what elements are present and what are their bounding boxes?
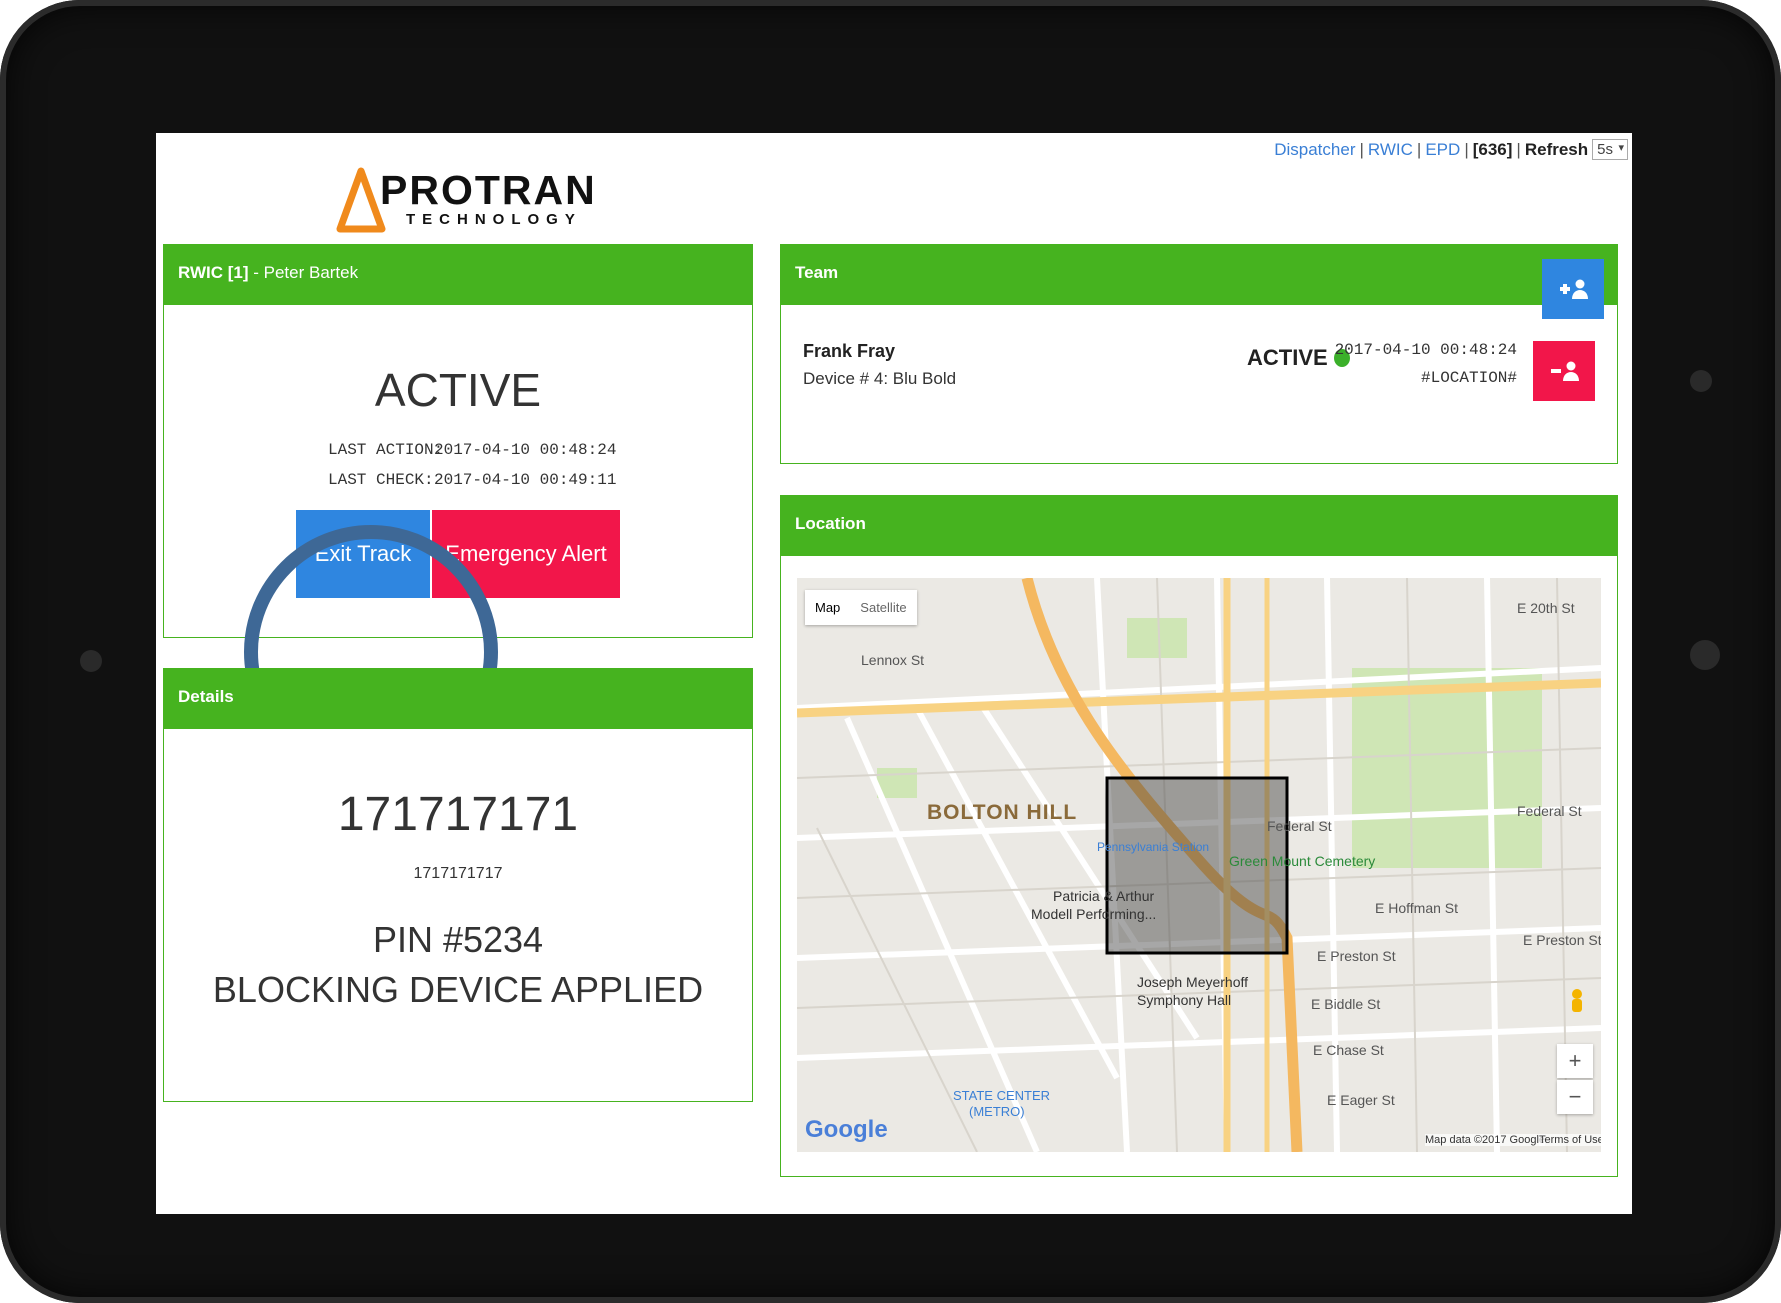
map-zoom-out-button[interactable]: − xyxy=(1557,1080,1593,1114)
map-label-penn: Pennsylvania Station xyxy=(1097,840,1210,854)
team-member-device: Device # 4: Blu Bold xyxy=(803,369,957,388)
google-logo: Google xyxy=(805,1116,888,1143)
map-label-bolton: BOLTON HILL xyxy=(927,801,1078,824)
team-member-time: 2017-04-10 00:48:24 xyxy=(1334,341,1517,359)
rwic-user: - Peter Bartek xyxy=(248,263,359,282)
rwic-panel: RWIC [1] - Peter Bartek ACTIVE LAST ACTI… xyxy=(163,244,753,779)
team-status-text: ACTIVE xyxy=(1247,345,1328,370)
map-label-eager: E Eager St xyxy=(1327,1092,1395,1108)
details-panel-header: Details xyxy=(164,669,752,729)
emergency-alert-button[interactable]: Emergency Alert xyxy=(432,510,620,598)
tablet-sensor xyxy=(1690,370,1712,392)
map-label-state-center2: (METRO) xyxy=(969,1104,1025,1119)
logo-triangle-icon xyxy=(336,167,386,233)
map-label-federal2: Federal St xyxy=(1517,803,1582,819)
map-label-lennox: Lennox St xyxy=(861,652,925,668)
exit-track-button[interactable]: Exit Track xyxy=(296,510,430,598)
logo-word: PROTRAN xyxy=(380,167,597,213)
last-action-label: LAST ACTION: xyxy=(328,441,444,459)
details-panel: Details 171717171 1717171717 PIN #5234 B… xyxy=(163,668,753,1102)
rwic-status: ACTIVE xyxy=(374,364,542,416)
map-label-preston: E Preston St xyxy=(1317,948,1396,964)
last-check-value: 2017-04-10 00:49:11 xyxy=(434,471,617,489)
map-label-cemetery: Green Mount Cemetery xyxy=(1229,853,1376,869)
location-panel-header: Location xyxy=(781,496,1617,556)
last-check-label: LAST CHECK: xyxy=(328,471,434,489)
map-label-meyerhoff: Joseph Meyerhoff xyxy=(1137,974,1249,990)
map-label-modell: Patricia & Arthur xyxy=(1053,888,1155,904)
app-screen: Dispatcher | RWIC | EPD | [636] | Refresh 5s… xyxy=(156,133,1632,1214)
team-member-name: Frank Fray xyxy=(803,341,896,361)
refresh-label: Refresh xyxy=(1524,139,1589,159)
top-navigation: Dispatcher | RWIC | EPD | [636] | Refresh 5s xyxy=(1274,139,1628,160)
map-label-20th: E 20th St xyxy=(1517,600,1575,616)
map-tab-map[interactable]: Map xyxy=(805,590,850,625)
rwic-title: RWIC [1] xyxy=(178,263,249,282)
map-view[interactable]: Map Satellite BOLTON HILL Pennsylvania S… xyxy=(797,578,1601,1152)
map-label-preston2: E Preston St xyxy=(1523,932,1601,948)
protran-logo: PROTRAN TECHNOLOGY xyxy=(336,167,596,237)
map-data-credit: Map data ©2017 Google xyxy=(1425,1134,1546,1146)
details-blocking: BLOCKING DEVICE APPLIED xyxy=(212,969,704,1010)
map-terms-link[interactable]: Terms of Use xyxy=(1539,1134,1601,1146)
rwic-panel-header: RWIC [1] - Peter Bartek xyxy=(164,245,752,305)
map-tab-satellite[interactable]: Satellite xyxy=(850,590,916,625)
map-label-meyerhoff2: Symphony Hall xyxy=(1137,992,1232,1008)
nav-link-dispatcher[interactable]: Dispatcher xyxy=(1274,140,1355,160)
tablet-home-button xyxy=(1690,640,1720,670)
map-label-modell2: Modell Performing... xyxy=(1031,906,1157,922)
logo-subtitle: TECHNOLOGY xyxy=(406,211,582,228)
map-label-chase: E Chase St xyxy=(1313,1042,1384,1058)
refresh-select[interactable]: 5s xyxy=(1592,139,1628,160)
map-type-control: Map Satellite xyxy=(805,590,917,625)
add-user-button[interactable] xyxy=(1542,259,1604,319)
map-label-federal: Federal St xyxy=(1267,818,1332,834)
details-id: 171717171 xyxy=(337,788,579,841)
team-panel-header: Team xyxy=(781,245,1617,305)
team-member-location: #LOCATION# xyxy=(1420,369,1517,387)
last-action-value: 2017-04-10 00:48:24 xyxy=(434,441,617,459)
map-label-biddle: E Biddle St xyxy=(1311,996,1381,1012)
details-sub-id: 1717171717 xyxy=(413,865,503,882)
nav-link-rwic[interactable]: RWIC xyxy=(1368,140,1413,160)
remove-user-button[interactable] xyxy=(1533,341,1595,401)
team-panel: Team Frank Fray Device # 4: Blu Bold ACT… xyxy=(780,244,1618,464)
nav-link-epd[interactable]: EPD xyxy=(1425,140,1460,160)
nav-count: [636] xyxy=(1472,139,1513,159)
tablet-camera xyxy=(80,650,102,672)
add-user-icon xyxy=(1560,279,1588,299)
map-label-state-center: STATE CENTER xyxy=(953,1088,1051,1103)
map-zoom-in-button[interactable]: + xyxy=(1557,1044,1593,1078)
map-label-hoffman: E Hoffman St xyxy=(1375,900,1459,916)
details-pin: PIN #5234 xyxy=(372,919,544,960)
street-view-pegman-icon[interactable] xyxy=(1567,988,1587,1018)
location-panel: Location Map Satellite BOLTON HILL Penns… xyxy=(780,495,1618,1177)
remove-user-icon xyxy=(1551,361,1579,381)
